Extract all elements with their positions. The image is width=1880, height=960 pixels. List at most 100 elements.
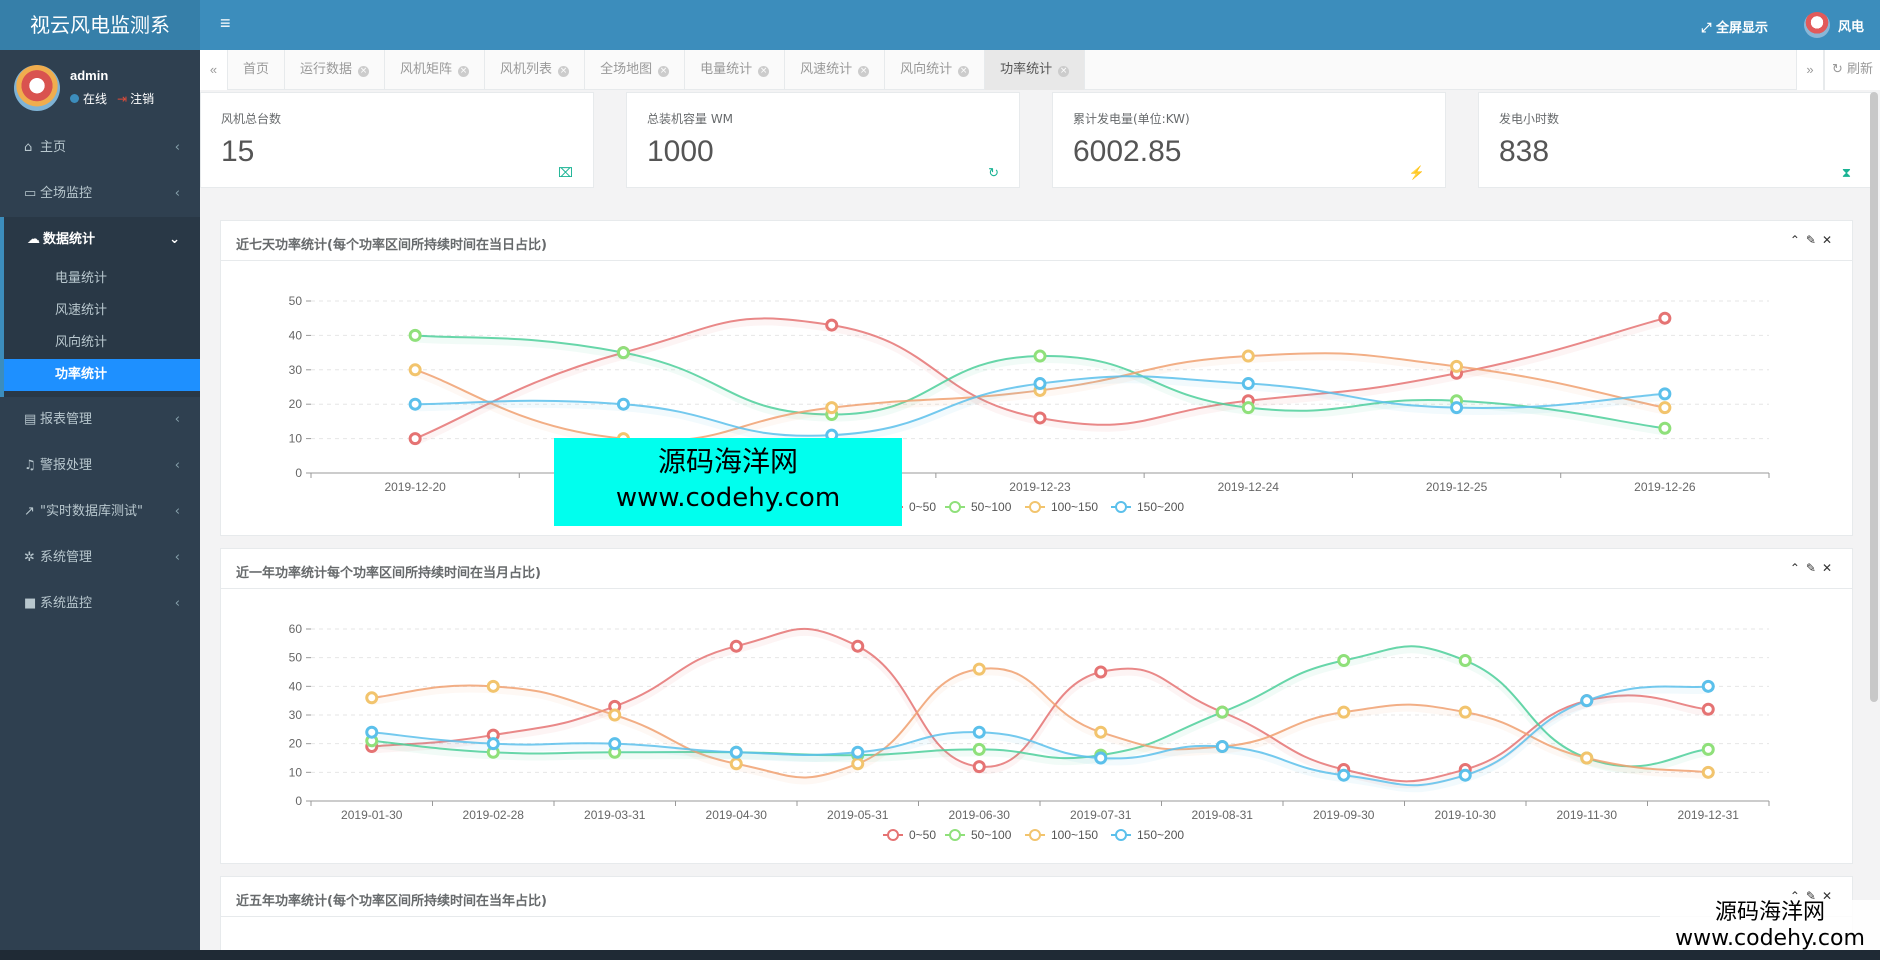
expand-icon: ⤢ [1701, 21, 1712, 36]
y-tick-label: 30 [289, 708, 303, 722]
panel-header: 近七天功率统计(每个功率区间所持续时间在当日占比) ⌃✎✕ [221, 221, 1852, 261]
y-tick-label: 10 [289, 765, 303, 779]
legend-marker [1029, 501, 1041, 513]
y-tick-label: 20 [289, 737, 303, 751]
x-tick-label: 2019-02-28 [463, 808, 525, 822]
tab-runtime[interactable]: 运行数据 × [285, 50, 386, 90]
watermark-corner: 源码海洋网 www.codehy.com [1660, 900, 1880, 952]
tab-label: 风机矩阵 [400, 62, 453, 77]
wrench-icon[interactable]: ✎ [1806, 561, 1822, 575]
x-tick-label: 2019-04-30 [706, 808, 768, 822]
tab-home[interactable]: 首页 [228, 50, 286, 90]
tab-winddir[interactable]: 风向统计 × [885, 50, 986, 90]
data-point [365, 725, 379, 739]
page-scrollbar[interactable] [1870, 92, 1878, 702]
close-icon[interactable]: × [358, 66, 370, 77]
data-point [1658, 421, 1672, 435]
data-point [825, 401, 839, 415]
sidebar-item-realtime-db[interactable]: ↗ "实时数据库测试" ‹ [0, 489, 200, 535]
close-icon[interactable]: × [1058, 66, 1070, 77]
x-tick-label: 2019-09-30 [1313, 808, 1375, 822]
sidebar-item-label: 数据统计 [43, 232, 96, 247]
close-icon[interactable]: × [958, 66, 970, 77]
panel-week: 近七天功率统计(每个功率区间所持续时间在当日占比) ⌃✎✕ 0 10 20 30 40 5… [220, 220, 1853, 536]
sidebar: admin 在线 ⇥ 注销 ⌂ 主页 ‹ ▭ 全场监控 ‹ ☁ 数据统计 ⌄ 电量统计 风速统计… [0, 50, 200, 960]
close-icon[interactable]: × [458, 66, 470, 77]
sidebar-item-home[interactable]: ⌂ 主页 ‹ [0, 125, 200, 171]
close-icon[interactable]: ✕ [1822, 561, 1838, 575]
tab-map[interactable]: 全场地图 × [585, 50, 686, 90]
tab-matrix[interactable]: 风机矩阵 × [385, 50, 486, 90]
collapse-icon[interactable]: ⌃ [1790, 233, 1806, 247]
user-avatar [14, 65, 60, 111]
tab-scroll-left-icon[interactable]: « [200, 50, 228, 90]
tab-label: 风速统计 [800, 62, 853, 77]
user-menu[interactable]: 风电 [1803, 12, 1864, 38]
data-point [1241, 377, 1255, 391]
tab-scroll-right-icon[interactable]: » [1796, 50, 1824, 90]
sidebar-item-monitor[interactable]: ▭ 全场监控 ‹ [0, 171, 200, 217]
data-point [1033, 349, 1047, 363]
data-point [825, 318, 839, 332]
sidebar-item-sysmonitor[interactable]: ■ 系统监控 ‹ [0, 581, 200, 627]
panel-five-year: 近五年功率统计(每个功率区间所持续时间在当年占比) ⌃✎✕ [220, 876, 1853, 960]
collapse-icon[interactable]: ⌃ [1790, 561, 1806, 575]
stat-card-energy: 累计发电量(单位:KW) 6002.85 ⚡ [1052, 92, 1446, 188]
close-icon[interactable]: × [758, 66, 770, 77]
chevron-left-icon: ‹ [174, 550, 180, 565]
close-icon[interactable]: × [558, 66, 570, 77]
tab-windspeed[interactable]: 风速统计 × [785, 50, 886, 90]
data-point [1337, 705, 1351, 719]
sidebar-subitem-powerstat[interactable]: 功率统计 [4, 359, 200, 391]
y-tick-label: 60 [289, 622, 303, 636]
refresh-button[interactable]: ↻ 刷新 [1824, 50, 1880, 90]
data-point [1215, 740, 1229, 754]
stat-card-turbines: 风机总台数 15 ⌧ [200, 92, 594, 188]
sidebar-item-alarms[interactable]: ♫ 警报处理 ‹ [0, 443, 200, 489]
legend-label: 50~100 [971, 828, 1012, 842]
data-point [1094, 725, 1108, 739]
menu-toggle-icon[interactable]: ≡ [220, 13, 231, 34]
stat-label: 发电小时数 [1499, 112, 1560, 126]
sidebar-subitem-winddir[interactable]: 风向统计 [4, 327, 200, 359]
recycle-icon: ↻ [988, 165, 999, 180]
legend-marker [1115, 829, 1127, 841]
line-chart-icon: ↗ [24, 504, 35, 519]
wrench-icon[interactable]: ✎ [1806, 233, 1822, 247]
logout-icon[interactable]: ⇥ [117, 92, 127, 106]
x-tick-label: 2019-12-25 [1426, 480, 1488, 494]
stat-card-hours: 发电小时数 838 ⧗ [1478, 92, 1872, 188]
sidebar-subitem-power[interactable]: 电量统计 [4, 263, 200, 295]
chevron-down-icon: ⌄ [169, 232, 180, 247]
logout-link[interactable]: 注销 [130, 92, 154, 106]
data-point [1658, 401, 1672, 415]
sidebar-item-reports[interactable]: ▤ 报表管理 ‹ [0, 397, 200, 443]
watermark-line1: 源码海洋网 [1714, 900, 1825, 925]
tab-powerstat[interactable]: 功率统计 × [985, 50, 1086, 90]
x-tick-label: 2019-07-31 [1070, 808, 1132, 822]
sidebar-item-system[interactable]: ✲ 系统管理 ‹ [0, 535, 200, 581]
tab-list[interactable]: 风机列表 × [485, 50, 586, 90]
data-point [729, 757, 743, 771]
panel-title: 近一年功率统计每个功率区间所持续时间在当月占比) [236, 566, 541, 581]
close-icon[interactable]: × [658, 66, 670, 77]
sidebar-submenu: 电量统计 风速统计 风向统计 功率统计 [0, 263, 200, 397]
fullscreen-button[interactable]: ⤢ 全屏显示 [1701, 17, 1768, 36]
data-point [1337, 654, 1351, 668]
data-point [1458, 705, 1472, 719]
panel-year: 近一年功率统计每个功率区间所持续时间在当月占比) ⌃✎✕ 0 10 20 30 40 50… [220, 548, 1853, 864]
panel-header: 近五年功率统计(每个功率区间所持续时间在当年占比) ⌃✎✕ [221, 877, 1852, 917]
data-point [972, 742, 986, 756]
chevron-left-icon: ‹ [174, 186, 180, 201]
data-point [1241, 349, 1255, 363]
close-icon[interactable]: × [858, 66, 870, 77]
cloud-icon: ☁ [27, 232, 40, 247]
data-point [365, 691, 379, 705]
sidebar-item-statistics[interactable]: ☁ 数据统计 ⌄ [0, 217, 200, 263]
data-point [1450, 359, 1464, 373]
sidebar-subitem-windspeed[interactable]: 风速统计 [4, 295, 200, 327]
close-icon[interactable]: ✕ [1822, 233, 1838, 247]
stat-card-capacity: 总装机容量 WM 1000 ↻ [626, 92, 1020, 188]
tab-power[interactable]: 电量统计 × [685, 50, 786, 90]
data-point [972, 662, 986, 676]
